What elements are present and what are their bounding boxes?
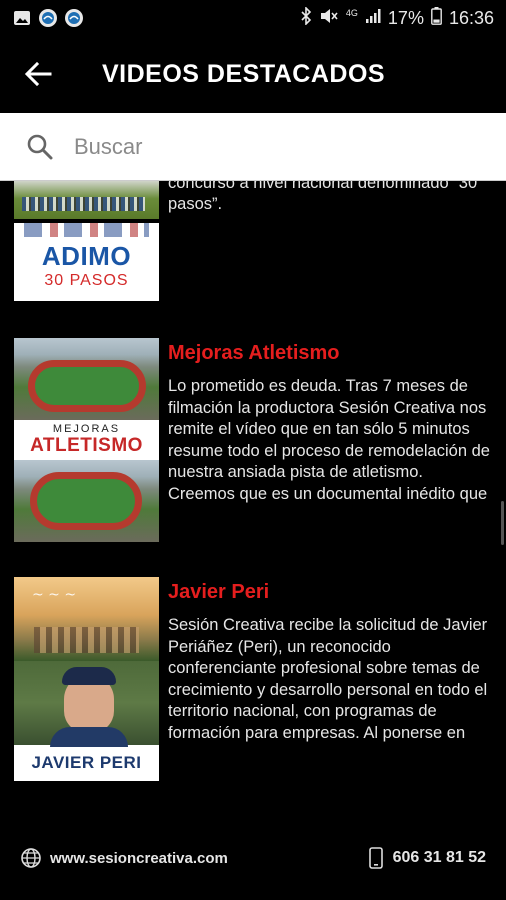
phone-link[interactable]: 606 31 81 52 [368, 847, 486, 869]
video-title[interactable]: Javier Peri [168, 577, 494, 607]
thumbnail-kicker: MEJORAS [52, 423, 121, 435]
notification-icons [12, 8, 84, 28]
system-status: 4G 17% 16:36 [300, 5, 494, 30]
search-icon [0, 113, 60, 181]
thumbnail-banner: ADIMO 30 PASOS [14, 223, 159, 301]
video-description: Diabéticos de Morón con motivo de un con… [168, 181, 478, 214]
sunset-script: ~ ~ ~ [32, 587, 77, 603]
shirt [50, 727, 128, 747]
list-item[interactable]: ADIMO 30 PASOS Diabéticos de Morón con m… [14, 181, 494, 301]
thumbnail-title: JAVIER PERI [14, 745, 159, 781]
network-type-label: 4G [345, 7, 358, 18]
list-item[interactable]: ~ ~ ~ JAVIER PERI Javier Peri Sesión Cre… [14, 577, 494, 782]
phone-text: 606 31 81 52 [392, 849, 486, 866]
stadium-photo [14, 338, 159, 420]
website-link[interactable]: www.sesioncreativa.com [20, 847, 228, 869]
thumbnail-subtitle: 30 PASOS [44, 272, 129, 289]
thumbnail-banner: MEJORAS ATLETISMO [14, 420, 159, 460]
video-description: Lo prometido es deuda. Tras 7 meses de f… [168, 377, 490, 503]
portrait-photo [14, 661, 159, 747]
group-photo [14, 181, 159, 219]
group-silhouette [34, 627, 139, 653]
cap [62, 667, 116, 685]
item-text: Mejoras Atletismo Lo prometido es deuda.… [168, 338, 494, 506]
scrollbar[interactable] [501, 501, 504, 545]
signal-icon [365, 8, 381, 29]
crowd [22, 197, 145, 211]
back-button[interactable] [0, 36, 76, 112]
video-description: Sesión Creativa recibe la solicitud de J… [168, 616, 488, 742]
search-input[interactable] [74, 133, 474, 160]
sponsor-logos [24, 223, 149, 237]
video-list[interactable]: ADIMO 30 PASOS Diabéticos de Morón con m… [0, 181, 506, 816]
video-title[interactable]: Mejoras Atletismo [168, 338, 494, 368]
thumbnail-title: ADIMO [41, 241, 132, 271]
search-bar [0, 113, 506, 181]
battery-icon [431, 6, 442, 30]
stadium-photo [14, 460, 159, 542]
app-bar: VIDEOS DESTACADOS [0, 36, 506, 112]
video-thumbnail[interactable]: ~ ~ ~ JAVIER PERI [14, 577, 159, 781]
page-title: VIDEOS DESTACADOS [102, 59, 386, 88]
sunset-photo: ~ ~ ~ [14, 577, 159, 661]
arrow-back-icon [24, 61, 52, 87]
globe-icon [21, 848, 41, 868]
website-text: www.sesioncreativa.com [50, 849, 228, 867]
video-thumbnail[interactable]: MEJORAS ATLETISMO [14, 338, 159, 542]
footer: www.sesioncreativa.com 606 31 81 52 [0, 816, 506, 900]
video-thumbnail[interactable]: ADIMO 30 PASOS [14, 181, 159, 301]
phone-icon [368, 847, 383, 869]
item-text: Javier Peri Sesión Creativa recibe la so… [168, 577, 494, 745]
running-track [30, 472, 142, 530]
clock: 16:36 [448, 7, 494, 28]
bluetooth-icon [300, 5, 312, 30]
list-item[interactable]: MEJORAS ATLETISMO Mejoras Atletismo Lo p… [14, 338, 494, 543]
image-icon [12, 8, 32, 28]
thumbnail-title: ATLETISMO [30, 435, 143, 456]
app-icon [38, 8, 58, 28]
mute-icon [319, 7, 339, 30]
battery-percent: 17% [387, 7, 424, 28]
item-text: Diabéticos de Morón con motivo de un con… [168, 181, 494, 237]
app-icon [64, 8, 84, 28]
running-track [28, 360, 146, 412]
status-bar: 4G 17% 16:36 [0, 0, 506, 36]
